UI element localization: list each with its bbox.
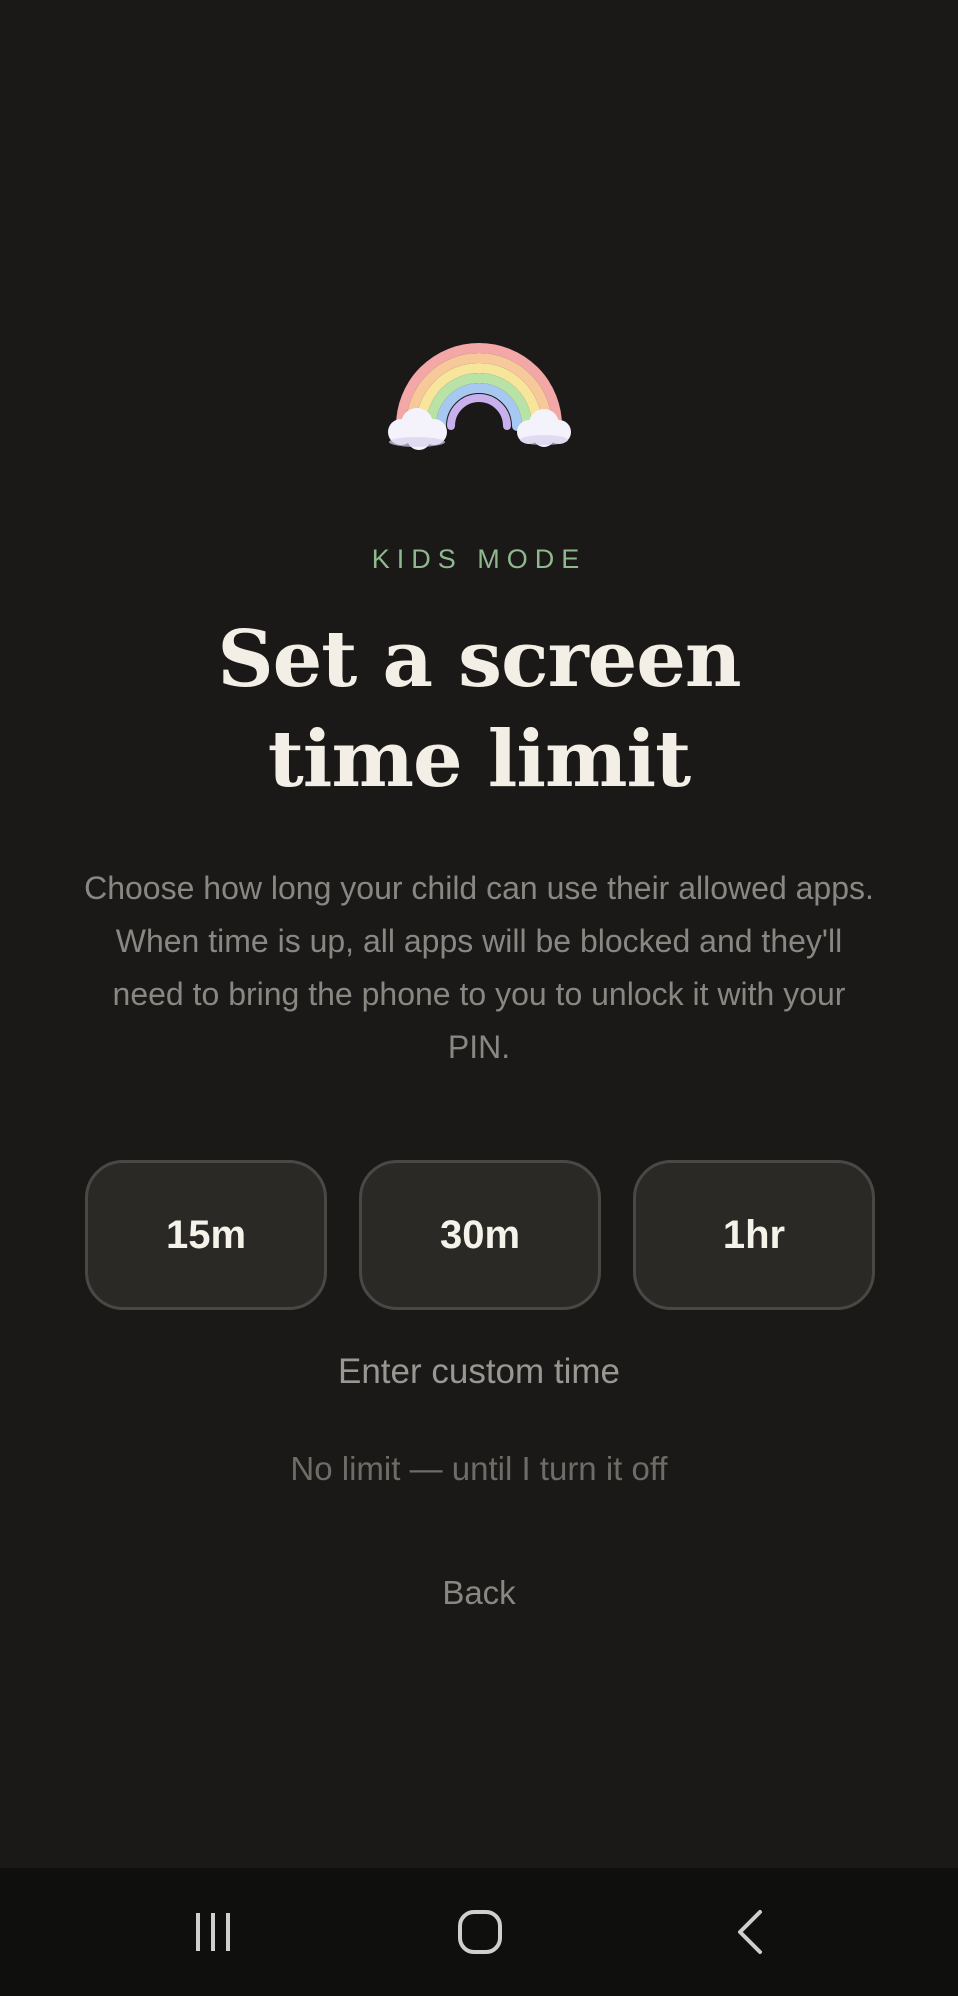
- system-navigation-bar: [0, 1868, 958, 1996]
- system-back-button[interactable]: [680, 1868, 820, 1996]
- page-title-line-1: Set a screen: [217, 614, 741, 705]
- back-link[interactable]: Back: [0, 1574, 958, 1612]
- recents-button[interactable]: [143, 1868, 283, 1996]
- page-title-line-2: time limit: [267, 714, 691, 805]
- page-description: Choose how long your child can use their…: [84, 870, 874, 1065]
- rainbow-icon: [379, 340, 579, 450]
- option-15m-button[interactable]: 15m: [85, 1160, 327, 1310]
- option-30m-button[interactable]: 30m: [359, 1160, 601, 1310]
- recents-icon: [196, 1913, 230, 1951]
- section-eyebrow: KIDS MODE: [371, 544, 587, 574]
- option-1hr-button[interactable]: 1hr: [633, 1160, 875, 1310]
- home-button[interactable]: [410, 1868, 550, 1996]
- no-limit-link[interactable]: No limit — until I turn it off: [0, 1450, 958, 1488]
- home-icon: [458, 1910, 502, 1954]
- page-title: Set a screen time limit: [0, 610, 958, 810]
- time-options: 15m 30m 1hr: [85, 1160, 875, 1310]
- back-arrow-icon: [738, 1910, 762, 1954]
- custom-time-link[interactable]: Enter custom time: [0, 1352, 958, 1392]
- kids-mode-screen: KIDS MODE Set a screen time limit Choose…: [0, 0, 958, 1868]
